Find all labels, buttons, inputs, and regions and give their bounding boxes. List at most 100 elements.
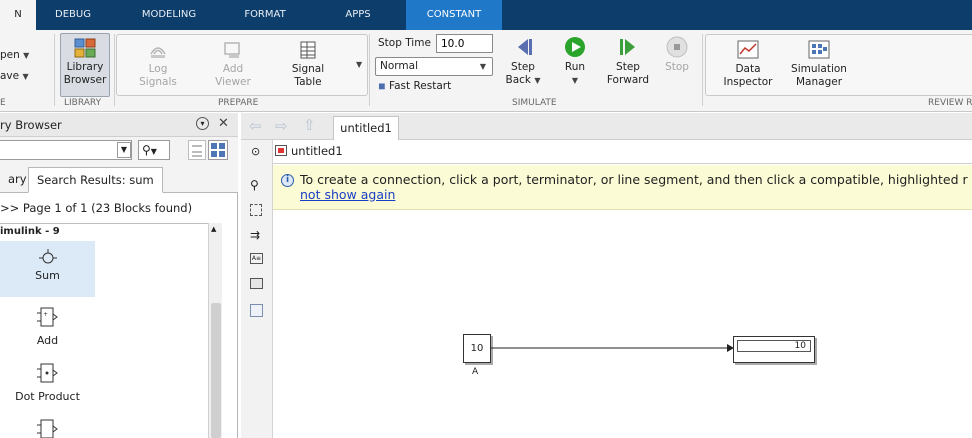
library-search-input[interactable] [0, 140, 132, 160]
add-viewer-icon [224, 42, 240, 58]
svg-text:+: + [43, 311, 48, 318]
add-viewer-button[interactable]: Add Viewer [206, 40, 260, 89]
constant-block-label[interactable]: A [472, 367, 478, 377]
area-icon[interactable] [250, 304, 263, 317]
route-lines-icon[interactable]: ⇉ [250, 228, 260, 242]
library-browser-panel: ry Browser ▾ ✕ ▼ ⚲▼ ary Search Results: … [0, 113, 238, 438]
block-label: Dot Product [15, 390, 80, 403]
scroll-up-icon[interactable]: ▲ [211, 225, 216, 233]
annotation-icon[interactable]: A≡ [250, 253, 263, 264]
tab-search-results[interactable]: Search Results: sum [28, 167, 163, 193]
ribbon: pen ▼ ave ▼ E Library Browser LIBRARY Lo… [0, 30, 972, 112]
zoom-icon[interactable]: ⚲ [250, 178, 259, 192]
library-browser-titlebar: ry Browser ▾ ✕ [0, 113, 238, 137]
results-scrollbar[interactable]: ▲ [208, 223, 222, 438]
back-arrow-icon[interactable]: ⇦ [249, 117, 262, 135]
block-label: Sum [35, 269, 60, 282]
signal-table-icon [300, 41, 316, 59]
library-line2: Browser [63, 74, 107, 86]
log-signals-icon [150, 47, 166, 58]
search-icon[interactable]: ⚲▼ [138, 140, 170, 160]
constant-value: 10 [470, 343, 484, 354]
open-button[interactable]: pen ▼ [0, 49, 29, 61]
stop-button[interactable]: Stop [662, 36, 692, 74]
step-back-button[interactable]: Step Back ▼ [503, 36, 543, 87]
tab-simulation[interactable]: N [0, 0, 36, 30]
image-icon[interactable] [250, 278, 263, 289]
library-block-dot-product[interactable]: Dot Product [0, 358, 95, 410]
model-tab-untitled1[interactable]: untitled1 [333, 116, 399, 140]
data-inspector-button[interactable]: Data Inspector [720, 40, 776, 89]
breadcrumb[interactable]: untitled1 [291, 144, 343, 158]
save-button[interactable]: ave ▼ [0, 70, 29, 82]
tab-format[interactable]: FORMAT [232, 0, 298, 30]
forward-arrow-icon[interactable]: ⇨ [275, 117, 288, 135]
connection-hint-text: To create a connection, click a port, te… [300, 172, 968, 187]
step-back-icon [518, 39, 532, 55]
dot-product-block-icon [36, 363, 58, 383]
simulation-mode-select[interactable]: Normal ▼ [375, 57, 493, 76]
library-block-partial[interactable] [0, 414, 95, 438]
display-block[interactable]: 10 [733, 336, 815, 363]
panel-menu-icon[interactable]: ▾ [196, 117, 209, 130]
model-canvas[interactable]: 10 A 10 [273, 211, 972, 438]
data-inspector-icon [737, 40, 759, 59]
run-icon [565, 37, 585, 57]
review-section-label: REVIEW R [928, 98, 972, 108]
breadcrumb-bar: untitled1 [273, 140, 972, 164]
search-results-pager: >> Page 1 of 1 (23 Blocks found) [0, 201, 193, 215]
simulation-manager-icon [808, 40, 830, 59]
model-icon [275, 145, 287, 156]
tab-debug[interactable]: DEBUG [42, 0, 104, 30]
signal-line[interactable] [491, 341, 735, 355]
file-section-label: E [0, 98, 6, 108]
signal-table-button[interactable]: Signal Table [280, 40, 336, 89]
fast-restart-icon: ◾ [378, 80, 386, 92]
library-block-add[interactable]: + Add [0, 302, 95, 354]
library-browser-button[interactable]: Library Browser [60, 33, 110, 97]
prepare-gallery-expand[interactable]: ▼ [356, 58, 362, 70]
library-block-sum[interactable]: Sum [0, 241, 95, 297]
hide-explorer-icon[interactable]: ⊙ [251, 145, 260, 158]
do-not-show-again-link[interactable]: not show again [300, 187, 395, 202]
tab-apps[interactable]: APPS [330, 0, 386, 30]
library-search-row: ▼ ⚲▼ [0, 137, 238, 167]
simulation-manager-button[interactable]: Simulation Manager [788, 40, 850, 89]
canvas-side-toolbar: ⊙ ⚲ ⇉ A≡ [241, 140, 273, 438]
library-line1: Library [66, 61, 104, 73]
stop-icon [666, 36, 688, 58]
close-panel-icon[interactable]: ✕ [218, 116, 229, 131]
step-forward-icon [620, 39, 635, 55]
stop-time-input[interactable] [436, 34, 493, 53]
run-button[interactable]: Run ▼ [556, 36, 594, 87]
toolstrip-tabs: N DEBUG MODELING FORMAT APPS CONSTANT [0, 0, 972, 30]
editor-nav-bar: ⇦ ⇨ ⇧ untitled1 [241, 113, 972, 140]
library-browser-title: ry Browser [0, 118, 62, 132]
results-group-header[interactable]: imulink - 9 [0, 226, 60, 237]
list-view-icon[interactable] [188, 140, 206, 160]
search-results-list: imulink - 9 Sum + Add Dot Product [0, 223, 222, 438]
simulate-section-label: SIMULATE [512, 98, 557, 108]
display-value: 10 [737, 340, 811, 352]
add-block-icon: + [36, 307, 58, 327]
info-icon: i [281, 174, 294, 187]
connection-hint-banner: i To create a connection, click a port, … [273, 165, 972, 210]
log-signals-button[interactable]: Log Signals [130, 40, 186, 89]
fit-to-view-icon[interactable] [250, 204, 262, 216]
fast-restart-toggle[interactable]: ◾ Fast Restart [378, 80, 451, 92]
search-history-dropdown[interactable]: ▼ [117, 142, 131, 158]
constant-block[interactable]: 10 [463, 334, 491, 363]
tab-modeling[interactable]: MODELING [130, 0, 208, 30]
stop-time-label: Stop Time [378, 37, 431, 49]
block-icon [36, 419, 58, 438]
up-arrow-icon[interactable]: ⇧ [303, 116, 316, 134]
tab-constant[interactable]: CONSTANT [406, 0, 502, 30]
block-label: Add [36, 334, 59, 347]
library-tabs: ary Search Results: sum [0, 167, 238, 193]
scroll-thumb[interactable] [211, 303, 221, 438]
library-section-label: LIBRARY [64, 98, 102, 108]
step-forward-button[interactable]: Step Forward [606, 36, 650, 87]
library-icon [74, 38, 96, 58]
grid-view-icon[interactable] [208, 140, 228, 160]
sum-block-icon [38, 249, 57, 264]
